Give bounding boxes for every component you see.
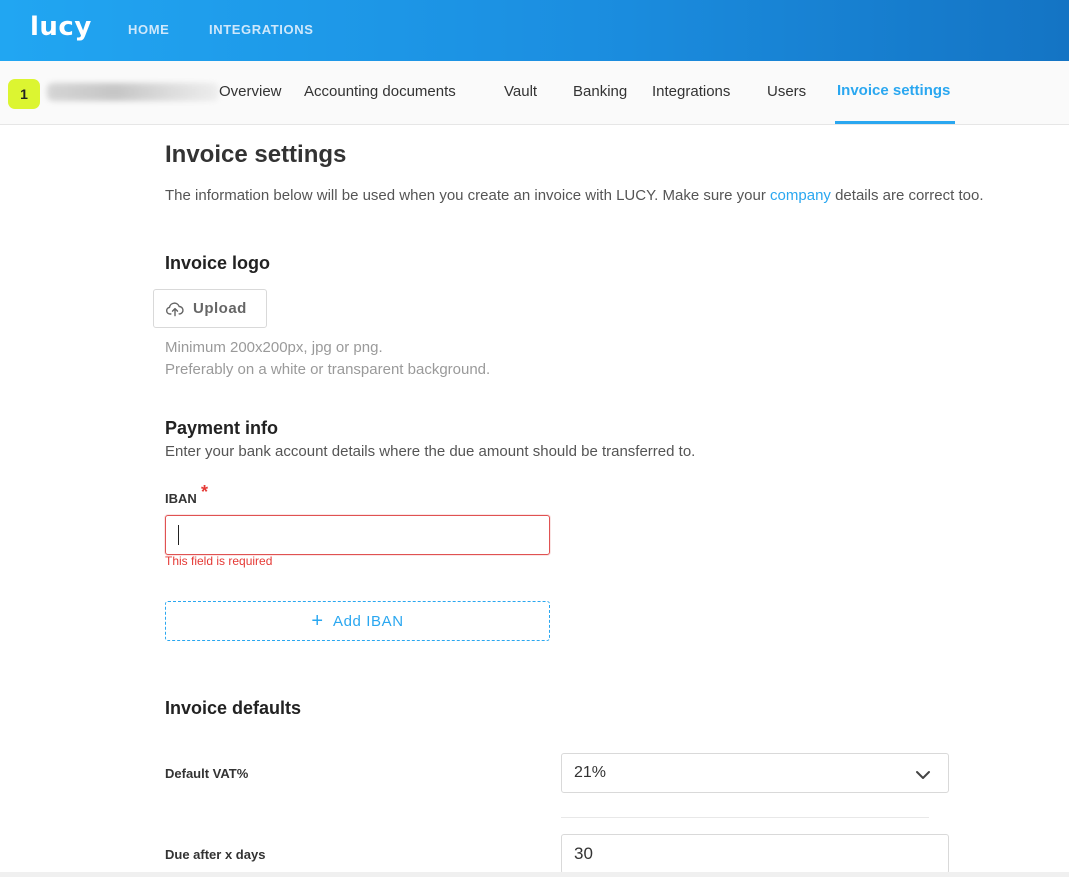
upload-button[interactable]: Upload <box>153 289 267 328</box>
default-vat-label: Default VAT% <box>165 766 249 781</box>
iban-input[interactable] <box>165 515 550 555</box>
top-bar: lucy HOME INTEGRATIONS <box>0 0 1069 61</box>
company-link[interactable]: company <box>770 187 831 204</box>
iban-error-message: This field is required <box>165 554 273 568</box>
due-days-value: 30 <box>574 844 593 863</box>
intro-text-end: details are correct too. <box>830 187 984 204</box>
intro-text-start: The information below will be used when … <box>165 187 771 204</box>
text-cursor <box>178 525 179 545</box>
bottom-edge <box>0 872 1069 877</box>
company-badge[interactable]: 1 <box>8 79 40 109</box>
payment-info-heading: Payment info <box>165 418 279 438</box>
tab-invoice-settings[interactable]: Invoice settings <box>837 82 950 99</box>
upload-label: Upload <box>193 300 247 317</box>
plus-icon: + <box>311 610 323 632</box>
invoice-logo-heading: Invoice logo <box>165 253 271 273</box>
nav-integrations[interactable]: INTEGRATIONS <box>209 22 313 37</box>
required-marker: * <box>201 482 209 502</box>
default-vat-value: 21% <box>574 764 607 781</box>
tab-banking[interactable]: Banking <box>573 83 627 100</box>
logo-hint-size: Minimum 200x200px, jpg or png. <box>165 339 383 356</box>
tab-integrations[interactable]: Integrations <box>652 83 730 100</box>
default-vat-select[interactable]: 21% <box>561 753 949 793</box>
tab-users[interactable]: Users <box>767 83 806 100</box>
payment-info-description: Enter your bank account details where th… <box>165 443 696 460</box>
sub-navigation: 1 Overview Accounting documents Vault Ba… <box>0 61 1069 125</box>
logo-hint-background: Preferably on a white or transparent bac… <box>165 361 491 378</box>
active-tab-indicator <box>835 121 955 124</box>
add-iban-label: Add IBAN <box>333 612 404 630</box>
page-title: Invoice settings <box>165 141 347 168</box>
lucy-logo[interactable]: lucy <box>30 12 92 42</box>
tab-vault[interactable]: Vault <box>504 83 537 100</box>
intro-text: The information below will be used when … <box>165 187 984 204</box>
section-divider <box>561 817 929 818</box>
iban-label: IBAN <box>165 491 197 506</box>
add-iban-button[interactable]: + Add IBAN <box>165 601 550 641</box>
due-days-input[interactable]: 30 <box>561 834 949 874</box>
due-days-label: Due after x days <box>165 847 266 862</box>
invoice-defaults-heading: Invoice defaults <box>165 698 302 718</box>
company-name-blurred[interactable] <box>47 83 219 101</box>
chevron-down-icon <box>916 771 930 779</box>
tab-overview[interactable]: Overview <box>219 83 282 100</box>
tab-accounting-documents[interactable]: Accounting documents <box>304 83 456 100</box>
cloud-upload-icon <box>166 301 184 316</box>
nav-home[interactable]: HOME <box>128 22 169 37</box>
